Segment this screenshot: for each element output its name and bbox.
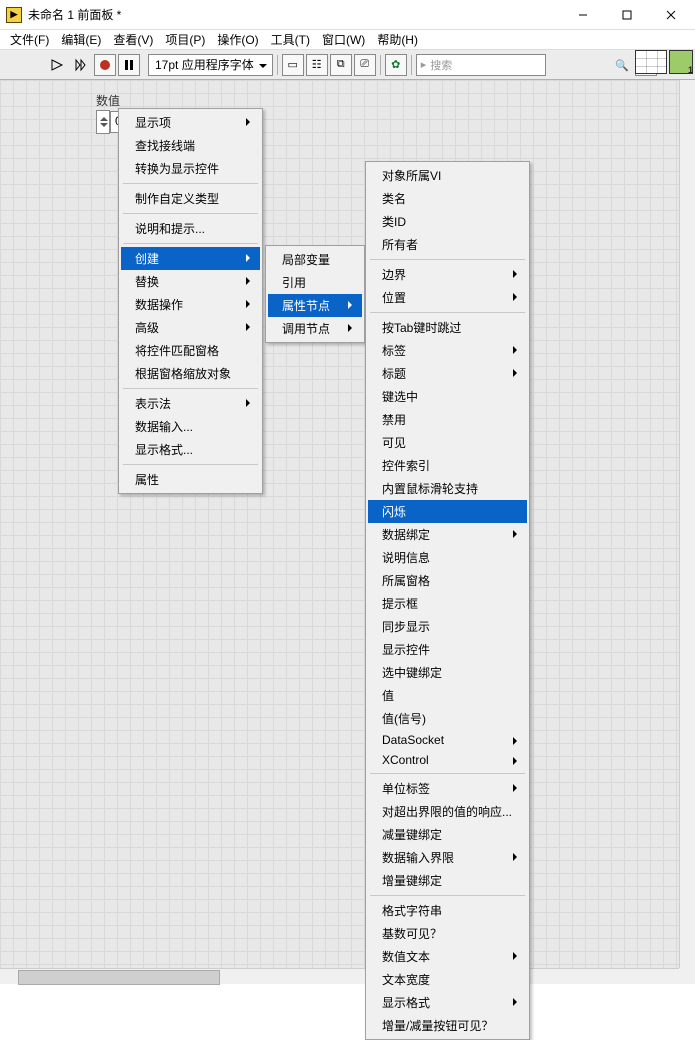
menu-item[interactable]: 替换: [121, 270, 260, 293]
app-icon: ▶: [6, 7, 22, 23]
menu-item[interactable]: 局部变量: [268, 248, 362, 271]
menu-item[interactable]: 转换为显示控件: [121, 157, 260, 180]
menu-item[interactable]: 说明信息: [368, 546, 527, 569]
menu-item[interactable]: 对超出界限的值的响应...: [368, 800, 527, 823]
menu-item[interactable]: 显示格式...: [121, 438, 260, 461]
menu-item[interactable]: 控件索引: [368, 454, 527, 477]
menu-item[interactable]: 引用: [268, 271, 362, 294]
menu-item[interactable]: 位置: [368, 286, 527, 309]
menu-item[interactable]: 操作(O): [211, 30, 264, 49]
close-button[interactable]: [649, 0, 693, 29]
menu-item[interactable]: 工具(T): [265, 30, 316, 49]
menu-item[interactable]: 闪烁: [368, 500, 527, 523]
search-icon[interactable]: 🔍: [611, 54, 633, 76]
menu-item[interactable]: 类名: [368, 187, 527, 210]
reorder-button[interactable]: ⎚: [354, 54, 376, 76]
menu-item[interactable]: 表示法: [121, 392, 260, 415]
connector-pane[interactable]: [635, 50, 667, 74]
menu-item[interactable]: 帮助(H): [371, 30, 424, 49]
run-continuous-button[interactable]: [70, 54, 92, 76]
menu-item[interactable]: 同步显示: [368, 615, 527, 638]
menu-item[interactable]: 增量/减量按钮可见？: [368, 1014, 527, 1037]
menu-item[interactable]: 数值文本: [368, 945, 527, 968]
menu-item[interactable]: 值(信号): [368, 707, 527, 730]
pause-button[interactable]: [118, 54, 140, 76]
menu-item[interactable]: 数据绑定: [368, 523, 527, 546]
menu-item[interactable]: 所属窗格: [368, 569, 527, 592]
menu-item[interactable]: 禁用: [368, 408, 527, 431]
menu-item[interactable]: 属性节点: [268, 294, 362, 317]
menu-item[interactable]: 数据输入界限: [368, 846, 527, 869]
create-submenu[interactable]: 局部变量引用属性节点调用节点: [265, 245, 365, 343]
menu-item[interactable]: 窗口(W): [316, 30, 371, 49]
spin-buttons[interactable]: [96, 110, 110, 134]
property-node-submenu[interactable]: 对象所属VI类名类ID所有者边界位置按Tab键时跳过标签标题键选中禁用可见控件索…: [365, 161, 530, 1040]
resize-button[interactable]: ⧉: [330, 54, 352, 76]
menu-item[interactable]: 调用节点: [268, 317, 362, 340]
menu-item[interactable]: 制作自定义类型: [121, 187, 260, 210]
menu-item[interactable]: 文件(F): [4, 30, 55, 49]
menu-item[interactable]: XControl: [368, 750, 527, 770]
menu-item[interactable]: 显示控件: [368, 638, 527, 661]
numeric-label: 数值: [96, 92, 144, 109]
distribute-button[interactable]: ☷: [306, 54, 328, 76]
menu-item[interactable]: 对象所属VI: [368, 164, 527, 187]
menu-item[interactable]: 查看(V): [107, 30, 159, 49]
minimize-button[interactable]: [561, 0, 605, 29]
maximize-button[interactable]: [605, 0, 649, 29]
menu-item[interactable]: 高级: [121, 316, 260, 339]
menu-item[interactable]: 编辑(E): [55, 30, 107, 49]
context-menu[interactable]: 显示项查找接线端转换为显示控件制作自定义类型说明和提示... 创建替换数据操作高级…: [118, 108, 263, 494]
run-button[interactable]: [46, 54, 68, 76]
align-button[interactable]: ▭: [282, 54, 304, 76]
menu-item[interactable]: 将控件匹配窗格: [121, 339, 260, 362]
menu-item[interactable]: 查找接线端: [121, 134, 260, 157]
vi-icon[interactable]: [669, 50, 693, 74]
menu-item[interactable]: 说明和提示...: [121, 217, 260, 240]
menu-item[interactable]: 键选中: [368, 385, 527, 408]
vertical-scrollbar[interactable]: [679, 80, 695, 968]
menu-item[interactable]: 可见: [368, 431, 527, 454]
settings-button[interactable]: ✿: [385, 54, 407, 76]
menu-item[interactable]: 文本宽度: [368, 968, 527, 991]
menu-item[interactable]: 边界: [368, 263, 527, 286]
menu-item[interactable]: 数据输入...: [121, 415, 260, 438]
menu-item[interactable]: 创建: [121, 247, 260, 270]
window-title: 未命名 1 前面板 *: [28, 6, 561, 23]
menu-item[interactable]: 格式字符串: [368, 899, 527, 922]
menu-item[interactable]: 根据窗格缩放对象: [121, 362, 260, 385]
menu-item[interactable]: 所有者: [368, 233, 527, 256]
menu-item[interactable]: DataSocket: [368, 730, 527, 750]
menu-item[interactable]: 属性: [121, 468, 260, 491]
search-input[interactable]: ▸搜索: [416, 54, 546, 76]
menu-item[interactable]: 值: [368, 684, 527, 707]
menu-item[interactable]: 选中键绑定: [368, 661, 527, 684]
menu-item[interactable]: 类ID: [368, 210, 527, 233]
front-panel-canvas[interactable]: 数值 0: [0, 80, 695, 984]
menu-item[interactable]: 单位标签: [368, 777, 527, 800]
menu-item[interactable]: 数据操作: [121, 293, 260, 316]
menu-item[interactable]: 内置鼠标滑轮支持: [368, 477, 527, 500]
menu-item[interactable]: 基数可见？: [368, 922, 527, 945]
horizontal-scrollbar[interactable]: [0, 968, 679, 984]
menu-item[interactable]: 标签: [368, 339, 527, 362]
font-selector[interactable]: 17pt 应用程序字体: [148, 54, 273, 76]
menu-item[interactable]: 显示项: [121, 111, 260, 134]
menu-item[interactable]: 项目(P): [159, 30, 211, 49]
menu-item[interactable]: 按Tab键时跳过: [368, 316, 527, 339]
menu-item[interactable]: 标题: [368, 362, 527, 385]
menu-item[interactable]: 显示格式: [368, 991, 527, 1014]
menu-item[interactable]: 减量键绑定: [368, 823, 527, 846]
menu-item[interactable]: 增量键绑定: [368, 869, 527, 892]
menu-item[interactable]: 提示框: [368, 592, 527, 615]
abort-button[interactable]: [94, 54, 116, 76]
